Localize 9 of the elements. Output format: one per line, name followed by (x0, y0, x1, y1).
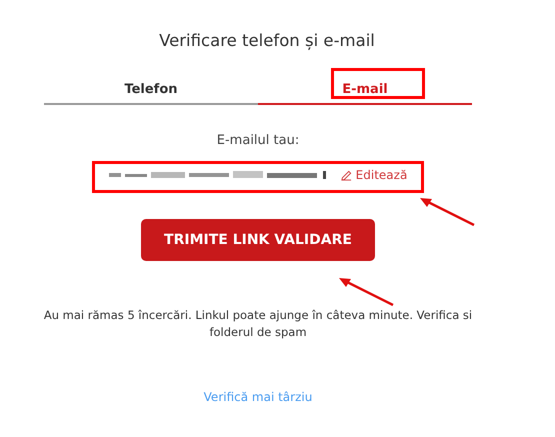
tab[interactable]: Telefon (44, 80, 258, 105)
send-link-button[interactable]: TRIMITE LINK VALIDARE (141, 219, 375, 261)
tab[interactable]: E-mail (258, 80, 472, 105)
info-text: Au mai rămas 5 încercări. Linkul poate ajunge în câteva minute. Verifica si folderul de spam (42, 307, 474, 341)
edit-link[interactable]: Editează (340, 168, 408, 182)
page-title: Verificare telefon și e-mail (159, 31, 375, 50)
check-later-link[interactable]: Verifică mai târziu (204, 390, 312, 404)
email-label: E-mailul tau: (216, 133, 300, 148)
pencil-icon (340, 170, 352, 180)
